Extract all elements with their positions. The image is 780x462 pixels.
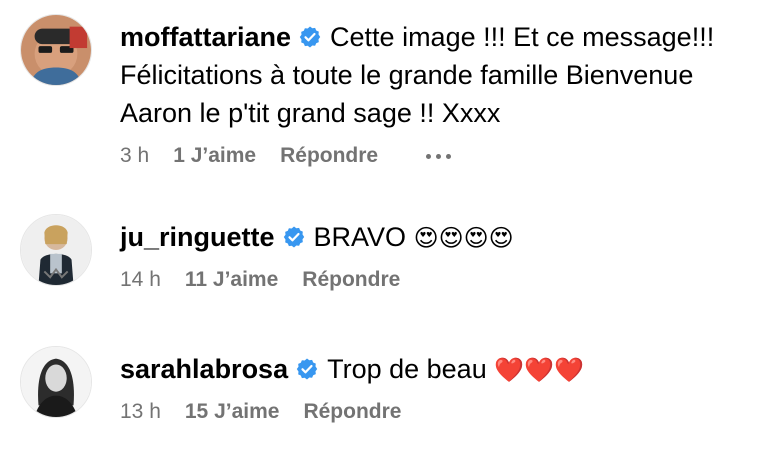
comment-text: sarahlabrosa Trop de beau ❤️❤️❤️ — [120, 350, 770, 388]
avatar[interactable] — [20, 14, 92, 86]
verified-badge-icon — [299, 26, 321, 48]
comment-text: ju_ringuette BRAVO 😍😍😍😍 — [120, 218, 770, 256]
comment-item: sarahlabrosa Trop de beau ❤️❤️❤️ 13 h 15 … — [20, 346, 770, 424]
verified-badge-icon — [283, 226, 304, 248]
comment-item: moffattariane Cette image !!! Et ce messa… — [20, 14, 770, 168]
comment-likes[interactable]: 1 J’aime — [173, 144, 256, 168]
comment-username[interactable]: sarahlabrosa — [120, 354, 288, 384]
emoji-red-hearts: ❤️❤️❤️ — [494, 357, 584, 384]
comment-time[interactable]: 13 h — [120, 400, 161, 424]
comment-item: ju_ringuette BRAVO 😍😍😍😍 14 h 11 J’aime Ré… — [20, 214, 770, 292]
avatar[interactable] — [20, 346, 92, 418]
comment-meta: 14 h 11 J’aime Répondre — [120, 268, 770, 292]
comment-time[interactable]: 14 h — [120, 268, 161, 292]
reply-button[interactable]: Répondre — [302, 268, 400, 292]
comment-username[interactable]: ju_ringuette — [120, 222, 275, 252]
comment-meta: 3 h 1 J’aime Répondre — [120, 144, 770, 168]
comment-body: BRAVO — [313, 222, 407, 252]
comment-username[interactable]: moffattariane — [120, 22, 291, 52]
emoji-heart-eyes: 😍😍😍😍 — [413, 225, 514, 252]
comment-time[interactable]: 3 h — [120, 144, 149, 168]
comment-text: moffattariane Cette image !!! Et ce messa… — [120, 18, 770, 132]
comment-meta: 13 h 15 J’aime Répondre — [120, 400, 770, 424]
verified-badge-icon — [296, 358, 318, 380]
comment-likes[interactable]: 15 J’aime — [185, 400, 280, 424]
more-options-icon[interactable] — [426, 153, 452, 159]
comment-likes[interactable]: 11 J’aime — [185, 268, 278, 292]
avatar[interactable] — [20, 214, 92, 286]
reply-button[interactable]: Répondre — [280, 144, 378, 168]
comment-body: Trop de beau — [327, 354, 487, 384]
reply-button[interactable]: Répondre — [303, 400, 401, 424]
